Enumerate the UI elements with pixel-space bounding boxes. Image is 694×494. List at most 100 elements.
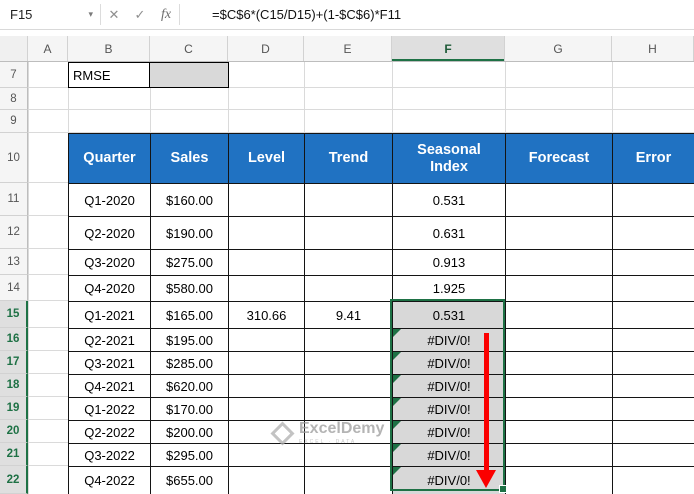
header-forecast[interactable]: Forecast	[506, 134, 613, 184]
cell-forecast[interactable]	[506, 352, 613, 375]
row-header-8[interactable]: 8	[0, 88, 28, 110]
row-header-15[interactable]: 15	[0, 301, 28, 328]
row-header-18[interactable]: 18	[0, 374, 28, 397]
cell-error[interactable]	[613, 276, 694, 302]
cell-forecast[interactable]	[506, 467, 613, 494]
cell-level[interactable]: 310.66	[229, 302, 305, 329]
cell-error[interactable]	[613, 217, 694, 250]
column-header-F[interactable]: F	[392, 36, 505, 61]
cell-trend[interactable]	[305, 184, 393, 217]
cell-level[interactable]	[229, 467, 305, 494]
cell-quarter[interactable]: Q3-2020	[69, 250, 151, 276]
column-header-E[interactable]: E	[304, 36, 392, 61]
cell-error[interactable]	[613, 444, 694, 467]
cell-seasonal[interactable]: 0.913	[393, 250, 506, 276]
formula-input[interactable]: =$C$6*(C15/D15)+(1-$C$6)*F11	[180, 0, 694, 29]
header-seasonal[interactable]: Seasonal Index	[393, 134, 506, 184]
cell-trend[interactable]	[305, 398, 393, 421]
header-trend[interactable]: Trend	[305, 134, 393, 184]
cell-seasonal-error[interactable]: #DIV/0!	[393, 444, 506, 467]
row-header-10[interactable]: 10	[0, 133, 28, 183]
row-header-20[interactable]: 20	[0, 420, 28, 443]
fill-handle[interactable]	[499, 485, 507, 493]
cell-trend[interactable]: 9.41	[305, 302, 393, 329]
row-header-14[interactable]: 14	[0, 275, 28, 301]
cell-trend[interactable]	[305, 352, 393, 375]
cell-sales[interactable]: $295.00	[151, 444, 229, 467]
cell-forecast[interactable]	[506, 421, 613, 444]
cell-quarter[interactable]: Q2-2020	[69, 217, 151, 250]
cell-forecast[interactable]	[506, 250, 613, 276]
cell-sales[interactable]: $580.00	[151, 276, 229, 302]
cell-level[interactable]	[229, 276, 305, 302]
cell-seasonal-error[interactable]: #DIV/0!	[393, 329, 506, 352]
cell-sales[interactable]: $160.00	[151, 184, 229, 217]
column-header-C[interactable]: C	[150, 36, 228, 61]
cell-error[interactable]	[613, 250, 694, 276]
header-level[interactable]: Level	[229, 134, 305, 184]
row-header-19[interactable]: 19	[0, 397, 28, 420]
cell-sales[interactable]: $200.00	[151, 421, 229, 444]
row-header-7[interactable]: 7	[0, 62, 28, 88]
insert-function-icon[interactable]: fx	[153, 0, 179, 29]
cell-level[interactable]	[229, 352, 305, 375]
select-all-corner[interactable]	[0, 36, 28, 61]
cell-trend[interactable]	[305, 444, 393, 467]
cell-level[interactable]	[229, 217, 305, 250]
name-box[interactable]: F15 ▾	[0, 0, 100, 29]
cell-sales[interactable]: $165.00	[151, 302, 229, 329]
cell-error[interactable]	[613, 329, 694, 352]
column-header-A[interactable]: A	[28, 36, 68, 61]
cell-forecast[interactable]	[506, 217, 613, 250]
cell-error[interactable]	[613, 352, 694, 375]
cell-error[interactable]	[613, 467, 694, 494]
cancel-icon[interactable]: ✕	[101, 0, 127, 29]
row-header-11[interactable]: 11	[0, 183, 28, 216]
cell-level[interactable]	[229, 398, 305, 421]
column-header-H[interactable]: H	[612, 36, 694, 61]
column-header-D[interactable]: D	[228, 36, 304, 61]
row-header-9[interactable]: 9	[0, 110, 28, 133]
cell-forecast[interactable]	[506, 329, 613, 352]
cell-forecast[interactable]	[506, 375, 613, 398]
cell-forecast[interactable]	[506, 302, 613, 329]
cell-error[interactable]	[613, 375, 694, 398]
cell-error[interactable]	[613, 302, 694, 329]
cell-level[interactable]	[229, 421, 305, 444]
cell-forecast[interactable]	[506, 184, 613, 217]
row-header-22[interactable]: 22	[0, 466, 28, 494]
cell-level[interactable]	[229, 250, 305, 276]
cell-seasonal[interactable]: 0.631	[393, 217, 506, 250]
cell-level[interactable]	[229, 375, 305, 398]
cell-trend[interactable]	[305, 421, 393, 444]
cell-seasonal-error[interactable]: #DIV/0!	[393, 375, 506, 398]
cell-quarter[interactable]: Q1-2020	[69, 184, 151, 217]
cell-seasonal-error[interactable]: #DIV/0!	[393, 398, 506, 421]
header-error[interactable]: Error	[613, 134, 694, 184]
cell-sales[interactable]: $285.00	[151, 352, 229, 375]
cell-quarter[interactable]: Q4-2022	[69, 467, 151, 494]
cell-sales[interactable]: $190.00	[151, 217, 229, 250]
cell-level[interactable]	[229, 444, 305, 467]
cell-trend[interactable]	[305, 276, 393, 302]
cell-rmse-value[interactable]	[150, 62, 229, 88]
cell-sales[interactable]: $620.00	[151, 375, 229, 398]
cell-seasonal-error[interactable]: #DIV/0!	[393, 352, 506, 375]
cell-rmse-label[interactable]: RMSE	[68, 62, 150, 88]
cell-error[interactable]	[613, 398, 694, 421]
cell-forecast[interactable]	[506, 444, 613, 467]
cell-quarter[interactable]: Q3-2021	[69, 352, 151, 375]
cell-quarter[interactable]: Q3-2022	[69, 444, 151, 467]
cell-trend[interactable]	[305, 217, 393, 250]
row-header-13[interactable]: 13	[0, 249, 28, 275]
cell-quarter[interactable]: Q2-2021	[69, 329, 151, 352]
cell-trend[interactable]	[305, 250, 393, 276]
name-box-dropdown-icon[interactable]: ▾	[81, 9, 100, 20]
row-header-16[interactable]: 16	[0, 328, 28, 351]
cell-forecast[interactable]	[506, 398, 613, 421]
row-header-17[interactable]: 17	[0, 351, 28, 374]
cell-sales[interactable]: $170.00	[151, 398, 229, 421]
cell-trend[interactable]	[305, 375, 393, 398]
cell-forecast[interactable]	[506, 276, 613, 302]
header-quarter[interactable]: Quarter	[69, 134, 151, 184]
